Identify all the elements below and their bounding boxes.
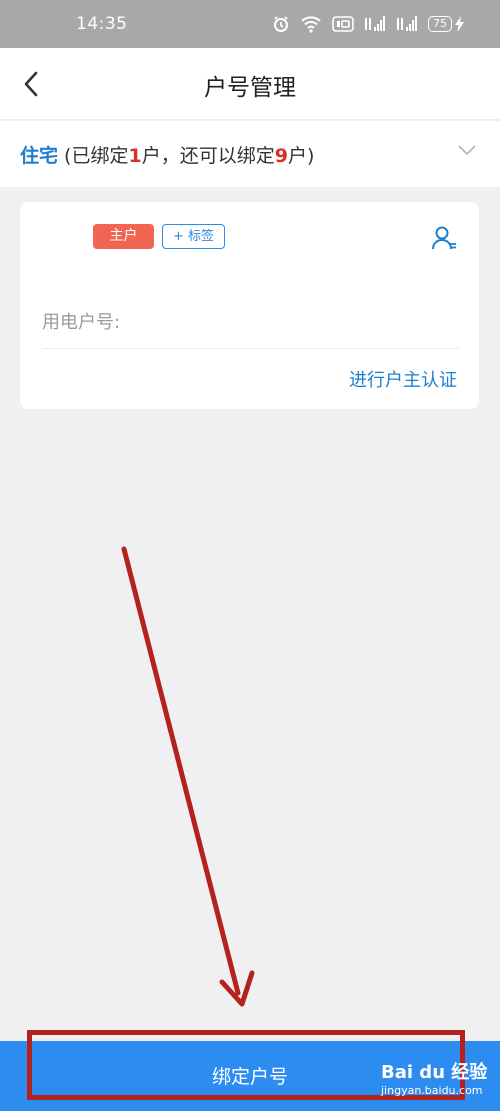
owner-badge: 主户 bbox=[93, 224, 154, 249]
account-type-name: 住宅 bbox=[20, 145, 59, 167]
bound-count: 1 bbox=[128, 145, 142, 167]
signal-icon-2 bbox=[396, 15, 418, 33]
alarm-icon bbox=[272, 15, 290, 33]
app-header: 户号管理 bbox=[0, 48, 500, 120]
bound-prefix: (已绑定 bbox=[58, 145, 129, 167]
owner-verification-link[interactable]: 进行户主认证 bbox=[349, 366, 457, 392]
user-profile-icon[interactable] bbox=[430, 224, 458, 252]
status-time: 14:35 bbox=[76, 14, 128, 34]
count-suffix: 户) bbox=[287, 145, 315, 167]
battery-indicator: 75 bbox=[428, 16, 464, 32]
charging-icon bbox=[455, 16, 464, 32]
watermark-url: jingyan.baidu.com bbox=[381, 1084, 483, 1097]
remaining-prefix: 户，还可以绑定 bbox=[141, 145, 275, 167]
wifi-icon bbox=[300, 15, 322, 33]
account-card[interactable]: 主户 + 标签 用电户号: 进行户主认证 bbox=[20, 202, 479, 409]
status-bar: 14:35 75 bbox=[0, 0, 500, 48]
battery-level: 75 bbox=[428, 16, 452, 32]
hd-icon bbox=[332, 16, 354, 32]
status-icons: 75 bbox=[272, 13, 464, 35]
remaining-count: 9 bbox=[274, 145, 288, 167]
account-type-selector[interactable]: 住宅 (已绑定1户，还可以绑定9户) bbox=[0, 121, 500, 187]
card-divider bbox=[42, 348, 459, 349]
chevron-down-icon bbox=[458, 145, 476, 156]
baidu-jingyan-watermark: Bai du 经验 jingyan.baidu.com bbox=[381, 1058, 493, 1106]
signal-icon-1 bbox=[364, 15, 386, 33]
add-tag-button[interactable]: + 标签 bbox=[162, 224, 225, 249]
watermark-logo: Bai du 经验 bbox=[381, 1062, 488, 1083]
account-number-label: 用电户号: bbox=[42, 312, 121, 333]
page-title: 户号管理 bbox=[204, 75, 296, 101]
account-type-summary: 住宅 (已绑定1户，还可以绑定9户) bbox=[20, 141, 314, 168]
